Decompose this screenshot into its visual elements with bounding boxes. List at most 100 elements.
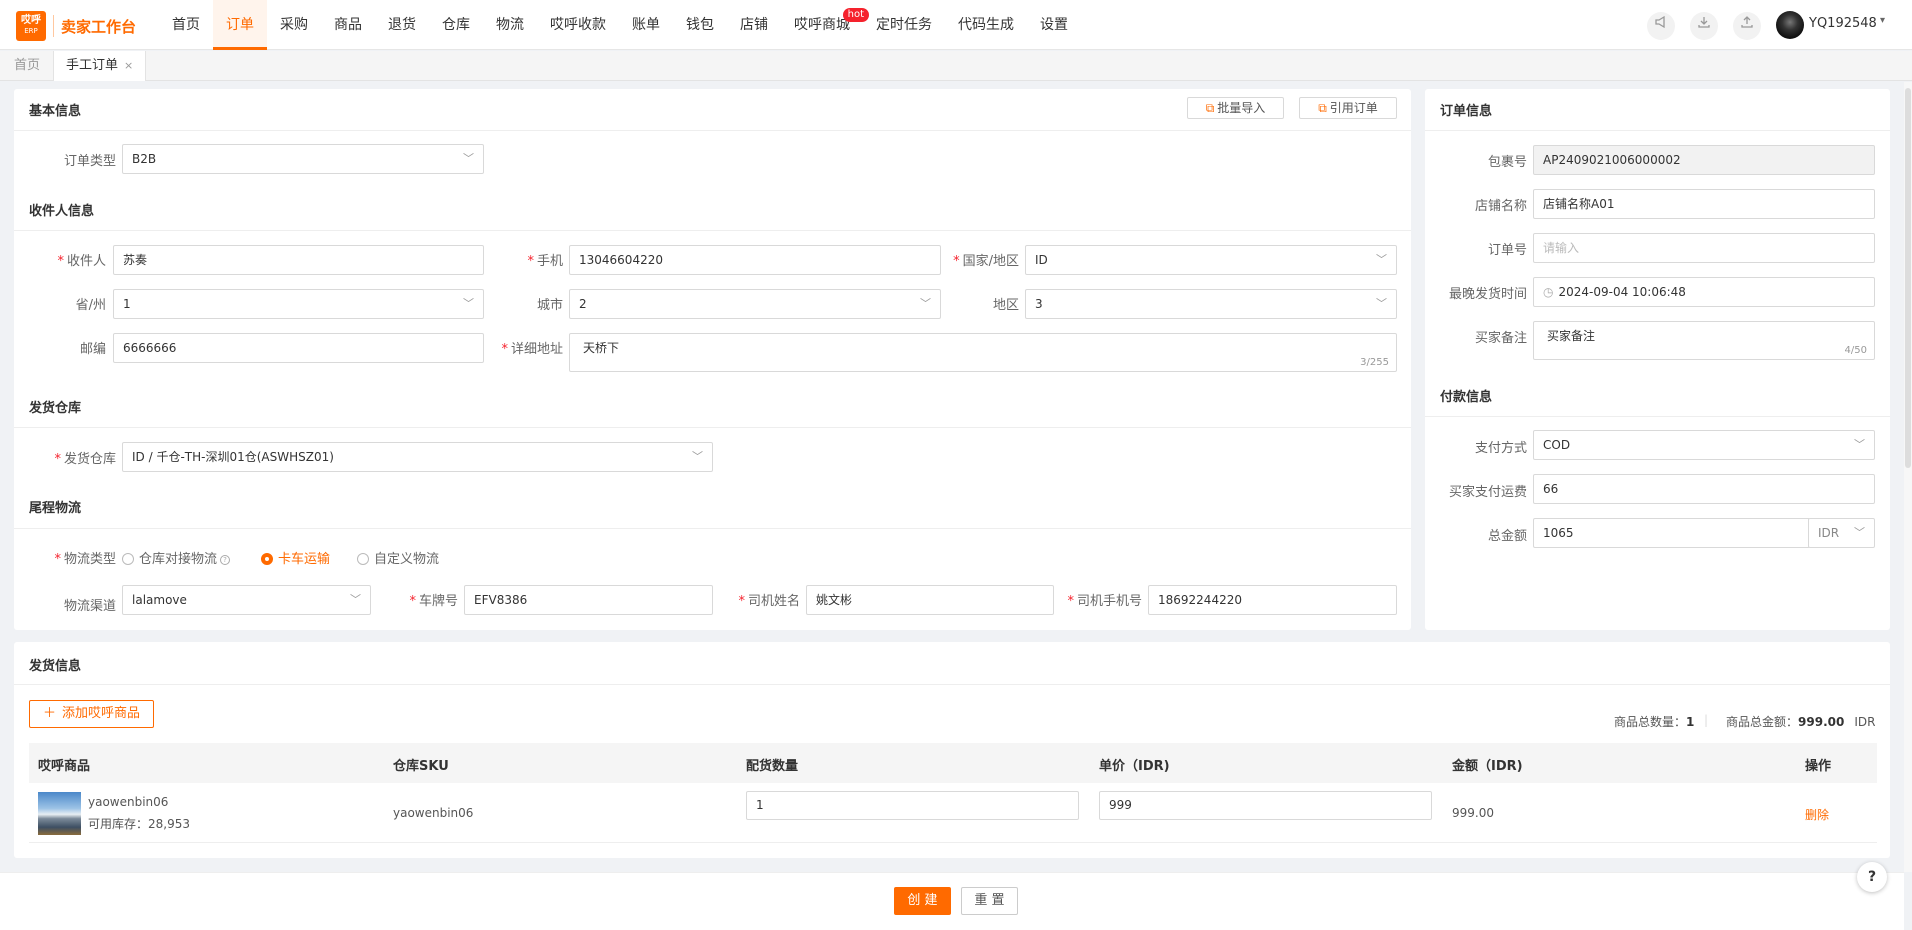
nav-logistics[interactable]: 物流 (483, 0, 537, 50)
main-nav: 首页 订单 采购 商品 退货 仓库 物流 哎呼收款 账单 钱包 店铺 哎呼商城 h… (159, 0, 1081, 50)
remark-char-count: 4/50 (1844, 345, 1867, 356)
user-avatar[interactable] (1776, 11, 1804, 39)
chevron-down-icon: ﹀ (463, 152, 474, 165)
address-char-count: 3/255 (1360, 357, 1389, 368)
zip-input[interactable]: 6666666 (113, 333, 484, 363)
total-quantity: 商品总数量：1 (1614, 715, 1695, 729)
district-label: 地区 (992, 298, 1019, 313)
page-tabs: 首页 手工订单 × (0, 51, 1912, 81)
product-thumbnail (38, 792, 81, 835)
nav-purchase[interactable]: 采购 (267, 0, 321, 50)
tab-manual-order[interactable]: 手工订单 × (53, 51, 147, 81)
price-input[interactable]: 999 (1099, 791, 1432, 820)
nav-warehouse[interactable]: 仓库 (429, 0, 483, 50)
close-icon[interactable]: × (124, 59, 133, 72)
help-button[interactable]: ? (1857, 862, 1887, 892)
chevron-down-icon: ﹀ (692, 450, 703, 463)
radio-custom-logistics[interactable]: 自定义物流 (357, 548, 439, 567)
address-textarea[interactable]: 天桥下 3/255 (569, 333, 1397, 372)
col-qty: 配货数量 (746, 759, 799, 774)
driver-phone-input[interactable]: 18692244220 (1148, 585, 1397, 615)
total-product-amount: 商品总金额：999.00 IDR (1726, 715, 1876, 729)
warehouse-label: * 发货仓库 (54, 452, 116, 467)
tab-home[interactable]: 首页 (2, 51, 52, 81)
section-title-warehouse: 发货仓库 (29, 401, 82, 416)
nav-settings[interactable]: 设置 (1027, 0, 1081, 50)
nav-code-gen[interactable]: 代码生成 (945, 0, 1027, 50)
product-sku: yaowenbin06 (393, 806, 474, 820)
payment-method-select[interactable]: COD ﹀ (1533, 430, 1875, 460)
col-product: 哎呼商品 (38, 759, 91, 774)
city-select[interactable]: 2 ﹀ (569, 289, 941, 319)
payment-method-label: 支付方式 (1474, 441, 1527, 456)
channel-label: 物流渠道 (63, 599, 116, 614)
plus-icon: ＋ (42, 706, 56, 721)
copy-icon: ⧉ (1205, 101, 1215, 115)
channel-select[interactable]: lalamove ﹀ (122, 585, 371, 615)
copy-icon: ⧉ (1318, 101, 1327, 115)
section-title-payment: 付款信息 (1440, 390, 1493, 405)
order-no-input[interactable]: 请输入 (1533, 233, 1875, 263)
logo-icon: 哎呼 ERP (16, 11, 46, 41)
chevron-down-icon[interactable]: ▾ (1880, 15, 1885, 26)
buyer-freight-input[interactable]: 66 (1533, 474, 1875, 504)
nav-products[interactable]: 商品 (321, 0, 375, 50)
chevron-down-icon: ﹀ (1376, 297, 1387, 310)
section-title-shipment: 发货信息 (29, 659, 82, 674)
quote-order-button[interactable]: ⧉ 引用订单 (1299, 97, 1397, 119)
plate-input[interactable]: EFV8386 (464, 585, 713, 615)
warehouse-select[interactable]: ID / 千仓-TH-深圳01仓(ASWHSZ01) ﹀ (122, 442, 713, 472)
currency-select[interactable]: IDR ﹀ (1808, 518, 1875, 548)
product-stock: 可用库存：28,953 (88, 817, 190, 831)
col-price: 单价（IDR) (1099, 759, 1170, 774)
recipient-name-input[interactable]: 苏奏 (113, 245, 484, 275)
driver-name-input[interactable]: 姚文彬 (806, 585, 1054, 615)
section-title-order-info: 订单信息 (1440, 104, 1493, 119)
deadline-datepicker[interactable]: ◷ 2024-09-04 10:06:48 (1533, 277, 1875, 307)
top-navbar: 哎呼 ERP 卖家工作台 首页 订单 采购 商品 退货 仓库 物流 哎呼收款 账单… (0, 0, 1912, 50)
nav-orders[interactable]: 订单 (213, 0, 267, 50)
district-select[interactable]: 3 ﹀ (1025, 289, 1397, 319)
buyer-freight-label: 买家支付运费 (1448, 485, 1527, 500)
col-amount: 金额（IDR) (1452, 759, 1523, 774)
announcement-icon[interactable] (1647, 12, 1675, 40)
order-type-select[interactable]: B2B ﹀ (122, 144, 484, 174)
add-product-button[interactable]: ＋添加哎呼商品 (29, 700, 154, 728)
download-icon[interactable] (1690, 12, 1718, 40)
nav-wallet[interactable]: 钱包 (673, 0, 727, 50)
create-button[interactable]: 创 建 (894, 887, 951, 915)
phone-label: * 手机 (527, 254, 563, 269)
radio-warehouse-logistics[interactable]: 仓库对接物流? (122, 548, 231, 567)
province-select[interactable]: 1 ﹀ (113, 289, 484, 319)
app-logo[interactable]: 哎呼 ERP 卖家工作台 (16, 11, 136, 41)
form-footer (0, 872, 1904, 930)
clock-icon: ◷ (1543, 285, 1554, 299)
reset-button[interactable]: 重 置 (961, 887, 1018, 915)
batch-import-button[interactable]: ⧉ 批量导入 (1187, 97, 1284, 119)
help-icon: ? (220, 555, 231, 565)
radio-truck-transport[interactable]: 卡车运输 (261, 548, 330, 567)
total-amount-input[interactable]: 1065 (1533, 518, 1809, 548)
logistics-type-label: * 物流类型 (54, 552, 116, 567)
nav-shops[interactable]: 店铺 (727, 0, 781, 50)
col-action: 操作 (1805, 759, 1832, 774)
delete-row-link[interactable]: 删除 (1805, 806, 1829, 823)
city-label: 城市 (536, 298, 563, 313)
shop-name-input[interactable]: 店铺名称A01 (1533, 189, 1875, 219)
nav-bills[interactable]: 账单 (619, 0, 673, 50)
nav-returns[interactable]: 退货 (375, 0, 429, 50)
country-select[interactable]: ID ﹀ (1025, 245, 1397, 275)
chevron-down-icon: ﹀ (350, 593, 361, 606)
username[interactable]: YQ192548 (1809, 16, 1877, 31)
qty-input[interactable]: 1 (746, 791, 1079, 820)
driver-name-label: * 司机姓名 (738, 594, 800, 609)
deadline-label: 最晚发货时间 (1448, 287, 1527, 302)
nav-scheduled-tasks[interactable]: 定时任务 (863, 0, 945, 50)
remark-textarea[interactable]: 买家备注 4/50 (1533, 321, 1875, 360)
nav-home[interactable]: 首页 (159, 0, 213, 50)
phone-input[interactable]: 13046604220 (569, 245, 941, 275)
page-scrollbar[interactable] (1904, 82, 1912, 872)
nav-mall[interactable]: 哎呼商城 hot (781, 0, 869, 50)
upload-icon[interactable] (1733, 12, 1761, 40)
nav-collection[interactable]: 哎呼收款 (537, 0, 619, 50)
